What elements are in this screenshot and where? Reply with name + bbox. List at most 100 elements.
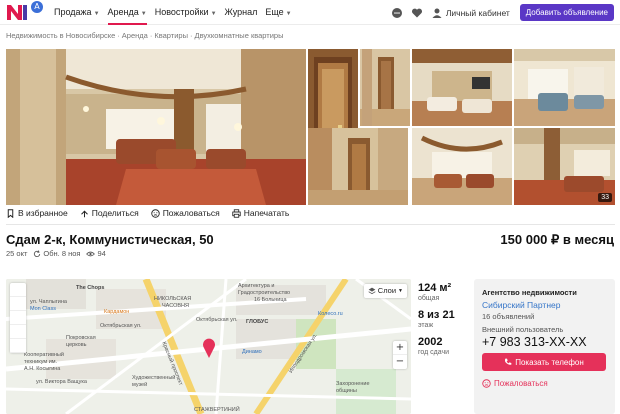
listing-actions: В избранное Поделиться Пожаловаться Напе… xyxy=(6,206,301,220)
fact-value: 124 м² xyxy=(418,282,452,294)
breadcrumb-separator: · xyxy=(189,31,193,40)
publish-date: 25 окт xyxy=(6,249,28,258)
gallery-photo[interactable] xyxy=(308,128,408,205)
seller-complain-link[interactable]: Пожаловаться xyxy=(482,379,607,388)
property-facts: 124 м² общая 8 из 21 этаж 2002 год сдачи xyxy=(418,282,468,363)
print-button[interactable]: Напечатать xyxy=(232,208,290,218)
gallery-photo[interactable] xyxy=(412,128,512,205)
gallery-photo[interactable] xyxy=(412,49,512,126)
breadcrumb-item[interactable]: Недвижимость в Новосибирске xyxy=(6,31,115,40)
update-date: Обн. 8 ноя xyxy=(33,249,80,258)
share-button[interactable]: Поделиться xyxy=(80,208,139,218)
map-hospital-icon[interactable] xyxy=(10,297,26,311)
cabinet-link[interactable]: Личный кабинет xyxy=(431,7,510,19)
map-label: ул. Виктора Ващука xyxy=(36,379,87,385)
map-pin-icon[interactable] xyxy=(202,338,216,358)
chevron-down-icon: ▼ xyxy=(285,11,292,17)
nav-new-buildings-label: Новостройки xyxy=(154,7,209,17)
breadcrumb-item[interactable]: Двухкомнатные квартиры xyxy=(194,31,283,40)
chevron-down-icon: ▼ xyxy=(398,288,403,294)
views: 94 xyxy=(86,249,106,258)
zoom-in-button[interactable]: + xyxy=(393,341,407,355)
fact-floor: 8 из 21 этаж xyxy=(418,309,468,330)
breadcrumb-separator: · xyxy=(117,31,120,40)
views-count: 94 xyxy=(97,249,106,258)
share-label: Поделиться xyxy=(91,208,139,218)
nav-more[interactable]: Еще ▼ xyxy=(265,0,291,25)
eye-icon xyxy=(86,251,96,256)
logo-badge[interactable]: A xyxy=(31,1,43,13)
map-ruler-icon[interactable] xyxy=(10,283,26,297)
photo-count-badge[interactable]: 33 xyxy=(598,193,612,202)
layers-label: Слои xyxy=(377,286,397,295)
fact-value: 8 из 21 xyxy=(418,309,455,321)
nav-more-label: Еще xyxy=(265,7,284,17)
map-label: ЧАСОВНЯ xyxy=(162,303,189,309)
nav-journal[interactable]: Журнал xyxy=(225,0,258,25)
main-photo[interactable] xyxy=(6,49,306,205)
map-label: ГЛОБУС xyxy=(246,319,269,325)
nav-sale[interactable]: Продажа ▼ xyxy=(54,0,100,25)
seller-type: Агентство недвижимости xyxy=(482,288,577,297)
listing-title: Сдам 2-к, Коммунистическая, 50 xyxy=(6,232,214,247)
print-label: Напечатать xyxy=(243,208,290,218)
map-layers-button[interactable]: Слои ▼ xyxy=(363,284,407,298)
phone-icon xyxy=(505,358,512,365)
map-label: СТАЖВЕРТИНИЙ xyxy=(194,407,240,413)
divider xyxy=(6,224,615,225)
map-label: 16 Больница xyxy=(254,297,287,303)
map-label: музей xyxy=(132,382,148,388)
logo-icon[interactable] xyxy=(6,3,30,21)
fact-value: 2002 xyxy=(418,336,443,348)
breadcrumb-item[interactable]: Аренда xyxy=(122,31,148,40)
nav-journal-label: Журнал xyxy=(224,7,258,17)
location-map[interactable]: The Chops НИКОЛЬСКАЯ ЧАСОВНЯ Архитектура… xyxy=(6,279,411,414)
update-date-text: Обн. 8 ноя xyxy=(43,249,81,258)
zoom-out-button[interactable]: − xyxy=(393,355,407,369)
nav-new-buildings[interactable]: Новостройки ▼ xyxy=(155,0,217,25)
map-school-icon[interactable] xyxy=(10,325,26,339)
favorite-button[interactable]: В избранное xyxy=(6,208,68,218)
map-label: Октябрьская ул. xyxy=(196,317,238,323)
show-phone-label: Показать телефон xyxy=(515,357,584,367)
complain-face-icon xyxy=(150,208,160,218)
map-label: Покровская xyxy=(66,335,96,341)
print-icon xyxy=(232,208,241,218)
nav-sale-label: Продажа xyxy=(54,7,92,17)
seller-phone: +7 983 313-XX-XX xyxy=(482,335,587,349)
breadcrumb-item[interactable]: Квартиры xyxy=(154,31,188,40)
complain-button[interactable]: Пожаловаться xyxy=(150,208,220,218)
top-navigation: A Продажа ▼ Аренда ▼ Новостройки ▼ Журнал Е… xyxy=(0,0,620,25)
map-label: А.Н. Косыгина xyxy=(24,366,61,372)
gallery-photo[interactable] xyxy=(360,49,410,126)
heart-icon[interactable] xyxy=(411,7,423,19)
map-label: Кооперативный xyxy=(24,352,64,358)
fact-area: 124 м² общая xyxy=(418,282,468,303)
chat-icon[interactable] xyxy=(391,7,403,19)
map-label: Художественный xyxy=(132,375,176,381)
map-transport-icon[interactable] xyxy=(10,339,26,353)
nav-rent[interactable]: Аренда ▼ xyxy=(107,0,147,25)
map-label: Захоронение xyxy=(336,381,370,387)
gallery-photo[interactable] xyxy=(514,49,615,126)
listing-price: 150 000 ₽ в месяц xyxy=(500,232,614,247)
seller-user-type: Внешний пользователь xyxy=(482,325,564,334)
breadcrumb-separator: · xyxy=(149,31,153,40)
gallery-photo[interactable]: 33 xyxy=(514,128,615,205)
show-phone-button[interactable]: Показать телефон xyxy=(482,353,606,371)
nav-rent-label: Аренда xyxy=(107,7,139,17)
listing-meta: 25 окт Обн. 8 ноя 94 xyxy=(6,249,112,258)
main-nav: Продажа ▼ Аренда ▼ Новостройки ▼ Журнал Еще… xyxy=(54,0,300,25)
refresh-icon xyxy=(34,249,41,257)
add-listing-button[interactable]: Добавить объявление xyxy=(519,4,614,21)
share-icon xyxy=(80,210,88,217)
map-label: Mon Class xyxy=(30,306,56,312)
photo-gallery: 33 xyxy=(6,49,615,205)
map-zoom: + − xyxy=(393,341,407,369)
map-side-controls xyxy=(10,283,26,353)
seller-name-link[interactable]: Сибирский Партнер xyxy=(482,300,607,310)
map-label: Градостроительство xyxy=(238,290,291,296)
complain-label: Пожаловаться xyxy=(162,208,220,218)
map-shop-icon[interactable] xyxy=(10,311,26,325)
map-label: техникум им. xyxy=(24,359,58,365)
